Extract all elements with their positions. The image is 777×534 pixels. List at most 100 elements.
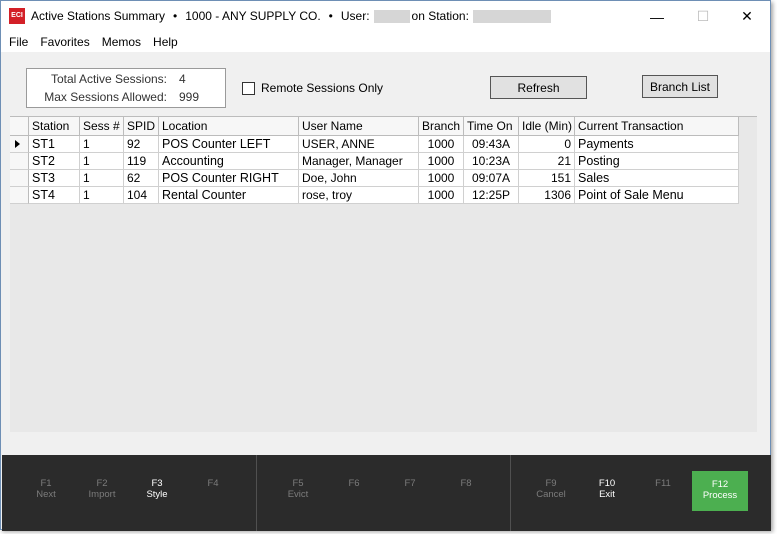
fkey-code: F11 (655, 478, 671, 489)
cell-user-name: Manager, Manager (299, 153, 419, 170)
menu-favorites[interactable]: Favorites (34, 32, 95, 52)
fkey-label: Exit (599, 489, 615, 500)
minimize-button[interactable]: — (634, 1, 680, 32)
branch-list-button[interactable]: Branch List (642, 75, 718, 98)
cell-spid: 62 (124, 170, 159, 187)
row-selector[interactable] (10, 170, 29, 187)
fkey-code: F4 (207, 478, 219, 489)
title-bullet: • (173, 9, 178, 23)
cell-sess: 1 (80, 187, 124, 204)
fkey-label: Import (88, 489, 116, 500)
redacted-user (373, 9, 410, 23)
fkey-divider (510, 455, 511, 531)
cell-station: ST3 (29, 170, 80, 187)
cell-branch: 1000 (419, 170, 464, 187)
column-header-location[interactable]: Location (159, 117, 299, 136)
cell-time-on: 10:23A (464, 153, 519, 170)
f10-exit-button[interactable]: F10 Exit (579, 470, 635, 510)
fkey-code: F9 (545, 478, 557, 489)
grid-header: Station Sess # SPID Location User Name B… (10, 117, 739, 136)
cell-spid: 119 (124, 153, 159, 170)
cell-sess: 1 (80, 153, 124, 170)
cell-station: ST4 (29, 187, 80, 204)
cell-branch: 1000 (419, 136, 464, 153)
checkbox-box[interactable] (242, 81, 255, 95)
fkey-label: Evict (287, 489, 309, 500)
title-screen-name: Active Stations Summary (31, 9, 166, 23)
cell-idle: 0 (519, 136, 575, 153)
fkey-label: Next (36, 489, 56, 500)
fkey-code: F12 (711, 479, 729, 490)
close-button[interactable]: ✕ (724, 1, 770, 32)
column-header-time-on[interactable]: Time On (464, 117, 519, 136)
fkey-label: Process (702, 490, 738, 501)
fkey-code: F8 (460, 478, 472, 489)
title-bar: ECI Active Stations Summary • 1000 - ANY… (1, 1, 770, 32)
refresh-button[interactable]: Refresh (490, 76, 587, 99)
cell-idle: 1306 (519, 187, 575, 204)
column-header-sess[interactable]: Sess # (80, 117, 124, 136)
cell-user-name: Doe, John (299, 170, 419, 187)
remote-sessions-only-checkbox[interactable]: Remote Sessions Only (242, 81, 383, 95)
cell-branch: 1000 (419, 153, 464, 170)
menu-file[interactable]: File (3, 32, 34, 52)
f5-evict-button[interactable]: F5 Evict (270, 470, 326, 510)
row-selector[interactable] (10, 187, 29, 204)
cell-time-on: 09:43A (464, 136, 519, 153)
redacted-station (472, 9, 551, 23)
menu-help[interactable]: Help (147, 32, 184, 52)
cell-idle: 21 (519, 153, 575, 170)
fkey-divider (256, 455, 257, 531)
column-header-user-name[interactable]: User Name (299, 117, 419, 136)
column-header-idle[interactable]: Idle (Min) (519, 117, 575, 136)
f8-button[interactable]: F8 (438, 470, 494, 510)
f11-button[interactable]: F11 (635, 470, 691, 510)
title-station-label: on Station: (411, 9, 469, 23)
fkey-code: F3 (151, 478, 163, 489)
menu-memos[interactable]: Memos (96, 32, 147, 52)
title-user-label: User: (340, 9, 370, 23)
cell-current-transaction: Payments (575, 136, 739, 153)
column-header-spid[interactable]: SPID (124, 117, 159, 136)
fkey-code: F7 (404, 478, 416, 489)
f4-button[interactable]: F4 (185, 470, 241, 510)
cell-current-transaction: Sales (575, 170, 739, 187)
f6-button[interactable]: F6 (326, 470, 382, 510)
table-row[interactable]: ST4 1 104 Rental Counter rose, troy 1000… (10, 187, 739, 204)
current-row-arrow-icon (15, 140, 20, 148)
table-row[interactable]: ST3 1 62 POS Counter RIGHT Doe, John 100… (10, 170, 739, 187)
f1-next-button[interactable]: F1 Next (18, 470, 74, 510)
cell-sess: 1 (80, 136, 124, 153)
fkey-code: F2 (96, 478, 108, 489)
f7-button[interactable]: F7 (382, 470, 438, 510)
fkey-label: Cancel (536, 489, 566, 500)
f12-process-button[interactable]: F12 Process (692, 471, 748, 511)
table-row[interactable]: ST1 1 92 POS Counter LEFT USER, ANNE 100… (10, 136, 739, 153)
cell-location: Rental Counter (159, 187, 299, 204)
table-row[interactable]: ST2 1 119 Accounting Manager, Manager 10… (10, 153, 739, 170)
cell-time-on: 09:07A (464, 170, 519, 187)
function-key-bar: F1 Next F2 Import F3 Style F4 F5 Evict F… (2, 455, 771, 531)
remote-sessions-only-label: Remote Sessions Only (261, 81, 384, 95)
f3-style-button[interactable]: F3 Style (129, 470, 185, 510)
cell-time-on: 12:25P (464, 187, 519, 204)
window-title: Active Stations Summary • 1000 - ANY SUP… (31, 9, 551, 23)
fkey-code: F10 (598, 478, 616, 489)
cell-user-name: USER, ANNE (299, 136, 419, 153)
cell-current-transaction: Posting (575, 153, 739, 170)
maximize-button[interactable]: ☐ (680, 1, 726, 32)
f9-cancel-button[interactable]: F9 Cancel (523, 470, 579, 510)
fkey-code: F6 (348, 478, 360, 489)
column-header-station[interactable]: Station (29, 117, 80, 136)
cell-sess: 1 (80, 170, 124, 187)
title-bullet: • (328, 9, 333, 23)
row-selector[interactable] (10, 136, 29, 153)
row-selector[interactable] (10, 153, 29, 170)
cell-location: POS Counter RIGHT (159, 170, 299, 187)
cell-station: ST1 (29, 136, 80, 153)
f2-import-button[interactable]: F2 Import (74, 470, 130, 510)
max-sessions-label: Max Sessions Allowed: (44, 90, 167, 104)
column-header-branch[interactable]: Branch (419, 117, 464, 136)
fkey-code: F1 (40, 478, 52, 489)
column-header-current-transaction[interactable]: Current Transaction (575, 117, 739, 136)
